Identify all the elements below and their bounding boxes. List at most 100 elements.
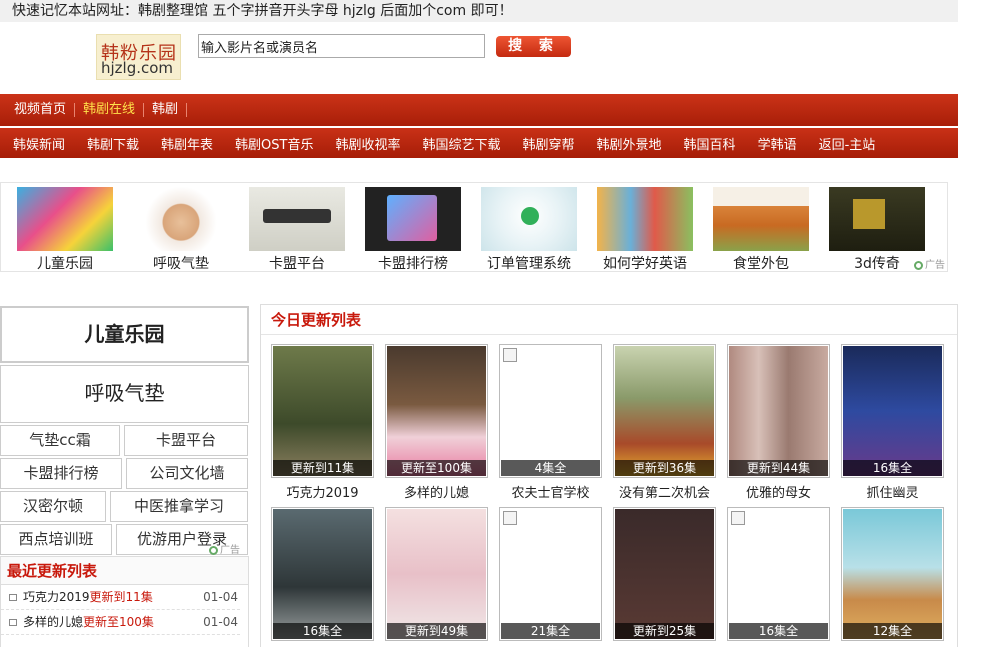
site-logo[interactable]: 韩粉乐园 hjzlg.com <box>96 34 181 80</box>
nav-bloopers[interactable]: 韩剧穿帮 <box>516 134 582 153</box>
ad-choices-icon <box>209 545 218 555</box>
drama-title[interactable]: 多样的儿媳 <box>385 482 488 501</box>
ad-link-big[interactable]: 呼吸气垫 <box>0 365 249 423</box>
ad-item[interactable]: 3d传奇 <box>829 187 925 273</box>
ad-strip: 儿童乐园 呼吸气垫 卡盟平台 卡盟排行榜 订单管理系统 如何学好英语 食堂外包 … <box>0 182 948 272</box>
ad-caption: 卡盟平台 <box>269 256 325 272</box>
ad-image <box>249 187 345 251</box>
search-button[interactable]: 搜 索 <box>496 36 571 57</box>
today-updates-title: 今日更新列表 <box>261 305 957 335</box>
ad-item[interactable]: 卡盟排行榜 <box>365 187 461 273</box>
ad-caption: 如何学好英语 <box>603 256 687 272</box>
ad-image <box>829 187 925 251</box>
nav-variety[interactable]: 韩国综艺下载 <box>416 134 508 153</box>
recent-updates-panel: 最近更新列表 巧克力2019更新到11集 01-04 多样的儿媳更新至100集 01… <box>0 556 249 647</box>
nav-drama[interactable]: 韩剧 <box>144 103 188 117</box>
ad-link[interactable]: 气垫cc霜 <box>0 425 120 456</box>
ad-caption: 3d传奇 <box>854 256 900 272</box>
drama-poster[interactable]: 更新到49集 <box>385 507 488 641</box>
drama-card[interactable]: 更新到44集 优雅的母女 <box>727 344 830 501</box>
list-item[interactable]: 巧克力2019更新到11集 01-04 <box>1 585 240 610</box>
drama-poster[interactable]: 更新到11集 <box>271 344 374 478</box>
ad-label: 广告 <box>209 541 240 556</box>
drama-poster[interactable]: 21集全 <box>499 507 602 641</box>
ad-caption: 儿童乐园 <box>37 256 93 272</box>
drama-card[interactable]: 4集全 农夫士官学校 <box>499 344 602 501</box>
today-updates-panel: 今日更新列表 更新到11集 巧克力2019 更新至100集 多样的儿媳 4集全 … <box>260 304 958 647</box>
ad-item[interactable]: 呼吸气垫 <box>133 187 229 273</box>
ad-item[interactable]: 订单管理系统 <box>481 187 577 273</box>
ad-link-big[interactable]: 儿童乐园 <box>0 306 249 363</box>
drama-poster[interactable]: 更新到44集 <box>727 344 830 478</box>
nav-wiki[interactable]: 韩国百科 <box>677 134 743 153</box>
drama-poster[interactable]: 更新到36集 <box>613 344 716 478</box>
drama-title[interactable]: 巧克力2019 <box>271 482 374 501</box>
ad-image <box>597 187 693 251</box>
broken-image-icon <box>503 348 517 362</box>
recent-updates-title: 最近更新列表 <box>1 557 248 585</box>
drama-title[interactable]: 农夫士官学校 <box>499 482 602 501</box>
search-input[interactable] <box>198 34 485 58</box>
ad-link[interactable]: 卡盟排行榜 <box>0 458 122 489</box>
ad-item[interactable]: 如何学好英语 <box>597 187 693 273</box>
ad-link[interactable]: 中医推拿学习 <box>110 491 248 522</box>
nav-locations[interactable]: 韩剧外景地 <box>590 134 669 153</box>
drama-card[interactable]: 更新至100集 多样的儿媳 <box>385 344 488 501</box>
drama-card[interactable]: 16集全 抓住幽灵 <box>841 344 944 501</box>
drama-title[interactable]: 抓住幽灵 <box>841 482 944 501</box>
ad-caption: 订单管理系统 <box>487 256 571 272</box>
drama-card[interactable]: 更新到36集 没有第二次机会 <box>613 344 716 501</box>
drama-poster[interactable]: 12集全 <box>841 507 944 641</box>
drama-title[interactable]: 优雅的母女 <box>727 482 830 501</box>
logo-domain: hjzlg.com <box>101 59 174 77</box>
list-item[interactable]: 多样的儿媳更新至100集 01-04 <box>1 610 240 635</box>
drama-card[interactable]: 21集全 <box>499 507 602 641</box>
drama-poster[interactable]: 更新到25集 <box>613 507 716 641</box>
drama-card[interactable]: 12集全 <box>841 507 944 641</box>
ad-link[interactable]: 汉密尔顿 <box>0 491 106 522</box>
ad-item[interactable]: 食堂外包 <box>713 187 809 273</box>
ad-link[interactable]: 公司文化墙 <box>126 458 248 489</box>
nav-ost[interactable]: 韩剧OST音乐 <box>228 134 320 153</box>
drama-card[interactable]: 更新到11集 巧克力2019 <box>271 344 374 501</box>
drama-poster[interactable]: 16集全 <box>271 507 374 641</box>
ad-image <box>133 187 229 251</box>
ad-item[interactable]: 儿童乐园 <box>17 187 113 273</box>
primary-nav: 视频首页 韩剧在线 韩剧 <box>0 94 958 126</box>
drama-title[interactable]: 没有第二次机会 <box>613 482 716 501</box>
nav-download[interactable]: 韩剧下载 <box>80 134 146 153</box>
list-bullet-icon <box>9 594 17 601</box>
drama-card[interactable]: 16集全 <box>271 507 374 641</box>
ad-link[interactable]: 西点培训班 <box>0 524 112 555</box>
nav-drama-online[interactable]: 韩剧在线 <box>75 103 145 117</box>
ad-choices-icon <box>914 260 923 270</box>
drama-poster[interactable]: 4集全 <box>499 344 602 478</box>
drama-card[interactable]: 更新到25集 <box>613 507 716 641</box>
site-notice: 快速记忆本站网址：韩剧整理馆 五个字拼音开头字母 hjzlg 后面加个com 即… <box>0 0 958 22</box>
nav-korean[interactable]: 学韩语 <box>751 134 804 153</box>
list-bullet-icon <box>9 619 17 626</box>
nav-home[interactable]: 视频首页 <box>6 103 76 117</box>
ad-link[interactable]: 卡盟平台 <box>124 425 248 456</box>
ad-image <box>481 187 577 251</box>
ad-image <box>713 187 809 251</box>
ad-item[interactable]: 卡盟平台 <box>249 187 345 273</box>
drama-poster[interactable]: 16集全 <box>727 507 830 641</box>
drama-poster[interactable]: 16集全 <box>841 344 944 478</box>
ad-image <box>365 187 461 251</box>
nav-news[interactable]: 韩娱新闻 <box>6 134 72 153</box>
ad-caption: 呼吸气垫 <box>153 256 209 272</box>
nav-main-site[interactable]: 返回-主站 <box>812 134 883 153</box>
broken-image-icon <box>503 511 517 525</box>
broken-image-icon <box>731 511 745 525</box>
drama-poster[interactable]: 更新至100集 <box>385 344 488 478</box>
drama-card[interactable]: 16集全 <box>727 507 830 641</box>
nav-yearlist[interactable]: 韩剧年表 <box>154 134 220 153</box>
ad-image <box>17 187 113 251</box>
ad-caption: 食堂外包 <box>733 256 789 272</box>
secondary-nav: 韩娱新闻 韩剧下载 韩剧年表 韩剧OST音乐 韩剧收视率 韩国综艺下载 韩剧穿帮… <box>0 128 958 158</box>
ad-label: 广告 <box>914 256 945 271</box>
ad-caption: 卡盟排行榜 <box>378 256 448 272</box>
drama-card[interactable]: 更新到49集 <box>385 507 488 641</box>
nav-ratings[interactable]: 韩剧收视率 <box>328 134 407 153</box>
